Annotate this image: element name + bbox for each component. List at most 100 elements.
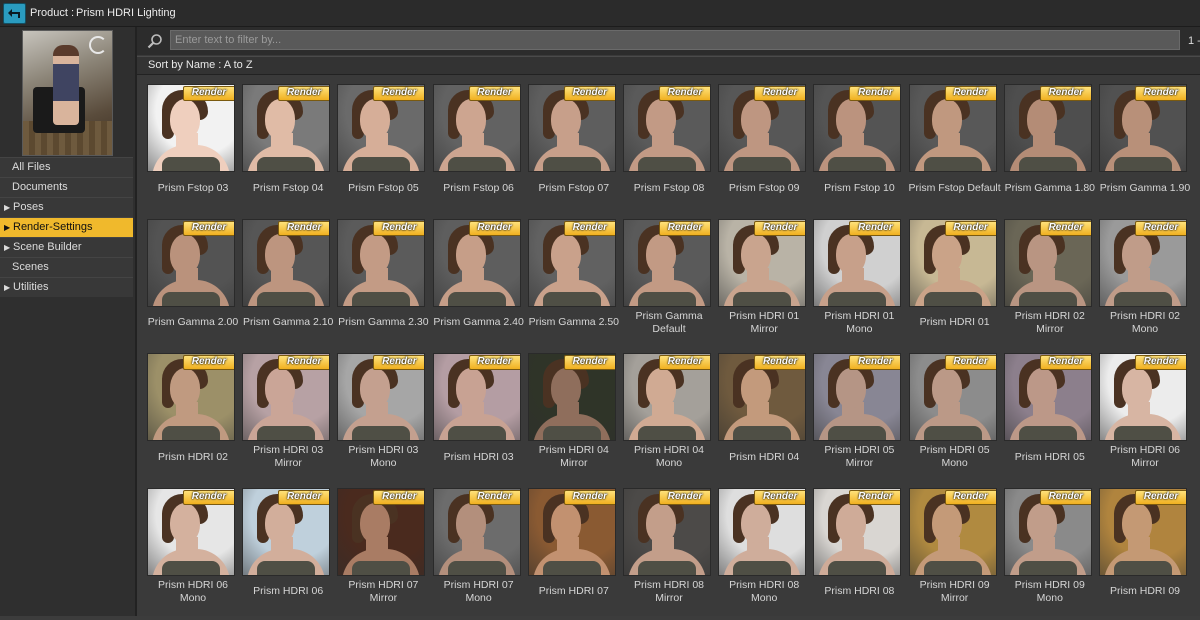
asset-thumbnail[interactable]: Render <box>813 353 902 441</box>
asset-thumbnail[interactable]: Render <box>623 487 711 576</box>
asset-tile[interactable]: Render Prism HDRI 08 <box>811 486 906 620</box>
asset-thumbnail[interactable]: Render <box>623 218 711 307</box>
asset-thumbnail[interactable]: Render <box>242 353 331 441</box>
asset-thumbnail[interactable]: Render <box>432 84 521 172</box>
asset-tile[interactable]: Render Prism HDRI 06 <box>240 486 335 620</box>
asset-tile[interactable]: Render Prism HDRI 09 <box>1097 486 1192 620</box>
asset-thumbnail[interactable]: Render <box>813 487 902 576</box>
asset-thumbnail[interactable]: Render <box>623 84 711 172</box>
asset-tile[interactable]: Render Prism HDRI 03 Mirror <box>240 351 335 485</box>
asset-tile[interactable]: Render Prism HDRI 05 <box>1002 351 1097 485</box>
asset-tile[interactable]: Render Prism HDRI 01 Mono <box>811 217 906 351</box>
refresh-icon[interactable] <box>89 36 107 54</box>
asset-thumbnail[interactable]: Render <box>813 218 902 307</box>
asset-tile[interactable]: Render Prism HDRI 06 Mono <box>145 486 240 620</box>
asset-thumbnail[interactable]: Render <box>908 84 997 172</box>
sidebar-item[interactable]: Scenes <box>0 257 133 277</box>
asset-thumbnail[interactable]: Render <box>527 84 616 172</box>
asset-thumbnail[interactable]: Render <box>718 487 807 576</box>
asset-thumbnail[interactable]: Render <box>527 218 616 307</box>
asset-tile[interactable]: Render Prism Fstop 08 <box>621 82 716 216</box>
asset-thumbnail[interactable]: Render <box>718 84 807 172</box>
search-icon[interactable] <box>147 33 163 49</box>
asset-tile[interactable]: Render Prism HDRI 04 <box>716 351 811 485</box>
asset-thumbnail[interactable]: Render <box>1003 487 1092 576</box>
asset-thumbnail[interactable]: Render <box>432 487 521 576</box>
asset-thumbnail[interactable]: Render <box>623 353 711 441</box>
asset-thumbnail[interactable]: Render <box>718 218 807 307</box>
asset-tile[interactable]: Render Prism Fstop 09 <box>716 82 811 216</box>
asset-thumbnail[interactable]: Render <box>1099 487 1187 576</box>
asset-thumbnail[interactable]: Render <box>908 353 997 441</box>
asset-tile[interactable]: Render Prism HDRI 08 Mirror <box>621 486 716 620</box>
asset-thumbnail[interactable]: Render <box>147 84 235 172</box>
asset-tile[interactable]: Render Prism Gamma 2.10 <box>240 217 335 351</box>
asset-thumbnail[interactable]: Render <box>813 84 902 172</box>
asset-tile[interactable]: Render Prism Fstop 04 <box>240 82 335 216</box>
asset-tile[interactable]: Render Prism Fstop 03 <box>145 82 240 216</box>
asset-tile[interactable]: Render Prism HDRI 02 <box>145 351 240 485</box>
sort-bar[interactable]: Sort by Name : A to Z <box>137 56 1200 75</box>
asset-tile[interactable]: Render Prism Gamma 1.90 <box>1097 82 1192 216</box>
asset-tile[interactable]: Render Prism Fstop 07 <box>526 82 621 216</box>
asset-tile[interactable]: Render Prism Gamma 2.50 <box>526 217 621 351</box>
asset-thumbnail[interactable]: Render <box>337 218 426 307</box>
asset-tile[interactable]: Render Prism HDRI 09 Mirror <box>907 486 1002 620</box>
asset-thumbnail[interactable]: Render <box>242 218 331 307</box>
back-button[interactable] <box>3 3 26 24</box>
asset-thumbnail[interactable]: Render <box>908 218 997 307</box>
asset-tile[interactable]: Render Prism HDRI 07 Mono <box>431 486 526 620</box>
asset-tile[interactable]: Render Prism Fstop 05 <box>335 82 430 216</box>
asset-tile[interactable]: Render Prism HDRI 07 <box>526 486 621 620</box>
asset-tile[interactable]: Render Prism HDRI 02 Mono <box>1097 217 1192 351</box>
asset-thumbnail[interactable]: Render <box>527 487 616 576</box>
asset-tile[interactable]: Render Prism Gamma 2.00 <box>145 217 240 351</box>
sidebar-item[interactable]: ▶ Poses <box>0 197 133 217</box>
sidebar-item[interactable]: Documents <box>0 177 133 197</box>
asset-tile[interactable]: Render Prism Fstop Default <box>907 82 1002 216</box>
asset-tile[interactable]: Render Prism Gamma 2.30 <box>335 217 430 351</box>
asset-thumbnail[interactable]: Render <box>432 353 521 441</box>
asset-thumbnail[interactable]: Render <box>242 487 331 576</box>
asset-thumbnail[interactable]: Render <box>718 353 807 441</box>
asset-thumbnail[interactable]: Render <box>337 353 426 441</box>
expand-arrow-icon[interactable]: ▶ <box>4 278 10 297</box>
asset-tile[interactable]: Render Prism HDRI 09 Mono <box>1002 486 1097 620</box>
asset-thumbnail[interactable]: Render <box>1099 84 1187 172</box>
asset-tile[interactable]: Render Prism HDRI 03 <box>431 351 526 485</box>
asset-tile[interactable]: Render Prism HDRI 04 Mono <box>621 351 716 485</box>
asset-thumbnail[interactable]: Render <box>337 84 426 172</box>
sidebar-item[interactable]: ▶ Render-Settings <box>0 217 133 237</box>
filter-input[interactable] <box>170 30 1180 50</box>
expand-arrow-icon[interactable]: ▶ <box>4 198 10 217</box>
asset-tile[interactable]: Render Prism HDRI 04 Mirror <box>526 351 621 485</box>
asset-thumbnail[interactable]: Render <box>527 353 616 441</box>
asset-tile[interactable]: Render Prism HDRI 05 Mono <box>907 351 1002 485</box>
asset-thumbnail[interactable]: Render <box>1003 218 1092 307</box>
asset-thumbnail[interactable]: Render <box>432 218 521 307</box>
asset-tile[interactable]: Render Prism Fstop 06 <box>431 82 526 216</box>
asset-thumbnail[interactable]: Render <box>242 84 331 172</box>
asset-tile[interactable]: Render Prism Fstop 10 <box>811 82 906 216</box>
sidebar-item[interactable]: ▶ Utilities <box>0 277 133 297</box>
asset-tile[interactable]: Render Prism Gamma 1.80 <box>1002 82 1097 216</box>
asset-thumbnail[interactable]: Render <box>908 487 997 576</box>
asset-tile[interactable]: Render Prism HDRI 01 Mirror <box>716 217 811 351</box>
asset-tile[interactable]: Render Prism Gamma Default <box>621 217 716 351</box>
asset-tile[interactable]: Render Prism HDRI 01 <box>907 217 1002 351</box>
asset-tile[interactable]: Render Prism HDRI 03 Mono <box>335 351 430 485</box>
asset-tile[interactable]: Render Prism HDRI 06 Mirror <box>1097 351 1192 485</box>
asset-thumbnail[interactable]: Render <box>1003 84 1092 172</box>
sidebar-item[interactable]: ▶ Scene Builder <box>0 237 133 257</box>
asset-thumbnail[interactable]: Render <box>147 218 235 307</box>
asset-thumbnail[interactable]: Render <box>1099 353 1187 441</box>
asset-tile[interactable]: Render Prism HDRI 02 Mirror <box>1002 217 1097 351</box>
expand-arrow-icon[interactable]: ▶ <box>4 238 10 257</box>
asset-thumbnail[interactable]: Render <box>147 353 235 441</box>
asset-thumbnail[interactable]: Render <box>147 487 235 576</box>
sidebar-item[interactable]: All Files <box>0 157 133 177</box>
asset-thumbnail[interactable]: Render <box>337 487 426 576</box>
asset-tile[interactable]: Render Prism HDRI 05 Mirror <box>811 351 906 485</box>
asset-thumbnail[interactable]: Render <box>1099 218 1187 307</box>
asset-tile[interactable]: Render Prism Gamma 2.40 <box>431 217 526 351</box>
